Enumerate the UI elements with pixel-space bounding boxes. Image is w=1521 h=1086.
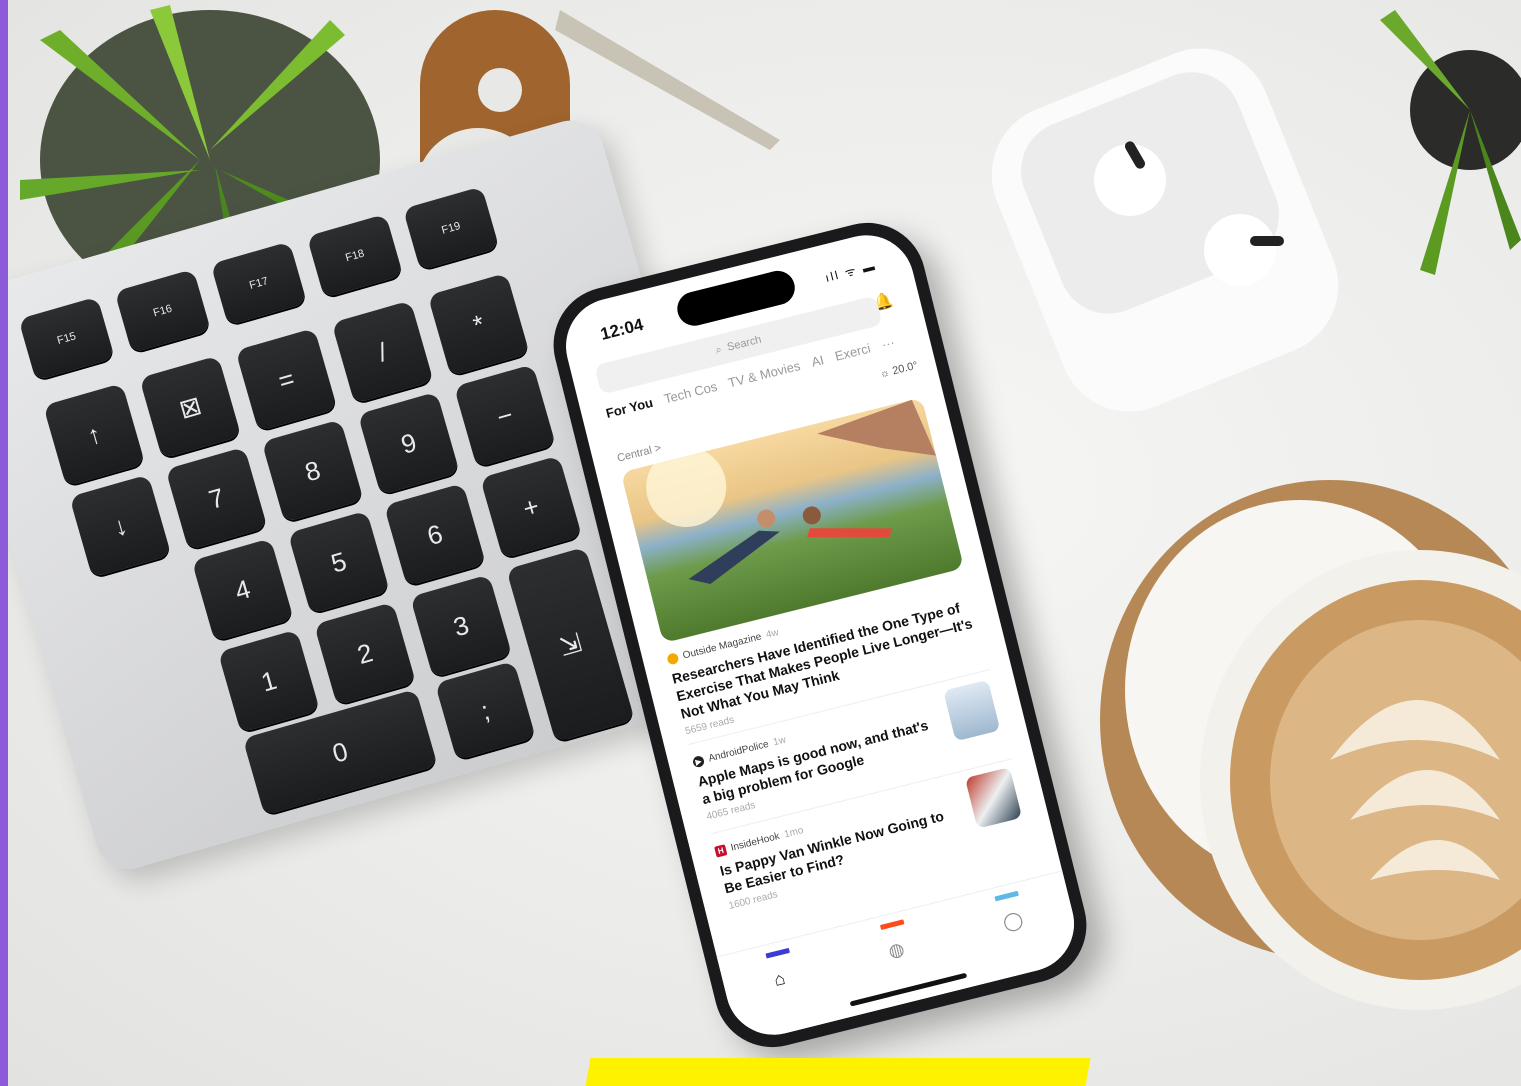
hero-image[interactable] (620, 397, 965, 644)
weather-widget[interactable]: ☼ 20.0° (878, 360, 919, 381)
nav-indicator (994, 890, 1019, 902)
article-headline[interactable]: Is Pappy Van Winkle Now Going to Be Easi… (718, 803, 965, 897)
article-age: 4w (764, 627, 780, 641)
airpods-case (991, 48, 1339, 412)
region-selector[interactable]: Central > (616, 442, 663, 465)
nav-indicator (879, 919, 905, 930)
globe-icon[interactable]: ◍ (886, 938, 906, 962)
tab-tech-cos[interactable]: Tech Cos (662, 379, 719, 412)
search-icon: ⌕ (714, 343, 723, 357)
tab-tv-movies[interactable]: TV & Movies (727, 358, 803, 395)
yellow-highlight-bar (585, 1058, 1091, 1086)
coffee-cup (1100, 480, 1521, 1010)
nav-indicator (765, 947, 790, 959)
status-icons: ıll ᯤ ▬ (823, 258, 878, 285)
article-age: 1mo (783, 825, 805, 841)
source-logo-icon (666, 652, 680, 666)
plant-right (1380, 10, 1521, 275)
home-icon[interactable]: ⌂ (772, 968, 788, 991)
left-accent-bar (0, 0, 8, 1086)
tab-ai[interactable]: AI (810, 352, 827, 374)
source-logo-icon: H (714, 844, 728, 858)
source-logo-icon: ▶ (691, 754, 706, 769)
tab-for-you[interactable]: For You (604, 395, 655, 426)
article-age: 1w (772, 734, 788, 749)
article-thumbnail[interactable] (943, 679, 1001, 742)
tab-exercise[interactable]: Exerci (833, 341, 873, 369)
status-time: 12:04 (598, 314, 646, 344)
search-placeholder: Search (725, 333, 763, 354)
article-headline[interactable]: Apple Maps is good now, and that's a big… (696, 714, 943, 808)
profile-icon[interactable]: ◯ (1001, 909, 1026, 934)
article-thumbnail[interactable] (964, 767, 1023, 829)
tabs-more-icon[interactable]: ··· (880, 334, 897, 357)
hero-people-illustration (646, 399, 937, 584)
